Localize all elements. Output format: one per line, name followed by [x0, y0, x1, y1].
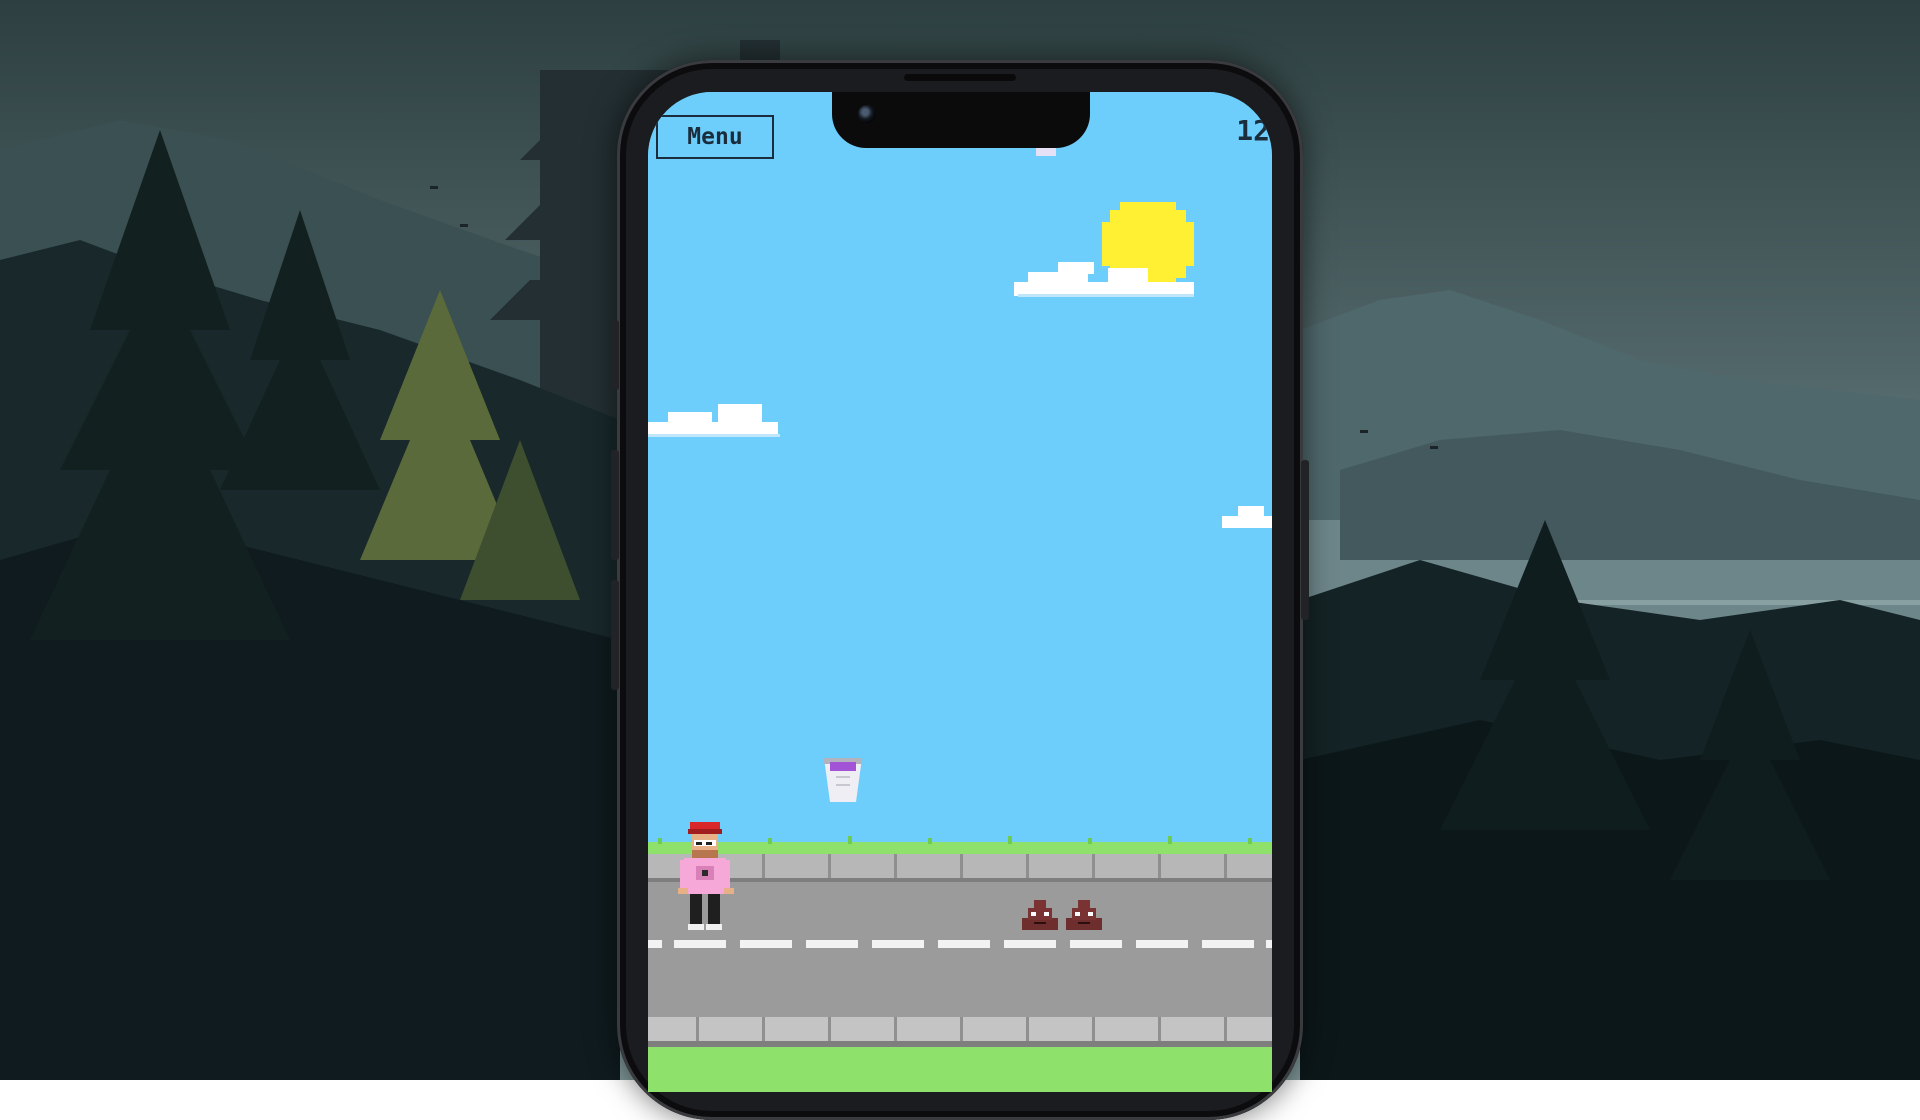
purple-cup-icon: [824, 758, 862, 802]
game-screen[interactable]: Menu 12: [648, 92, 1272, 1092]
game-canvas[interactable]: [648, 92, 1272, 1092]
score-counter: 12: [1236, 114, 1270, 147]
lane-markings: [648, 940, 1272, 948]
menu-button[interactable]: Menu: [656, 115, 774, 159]
phone-side-button: [1301, 460, 1309, 620]
phone-side-button: [611, 580, 619, 690]
phone-speaker: [904, 74, 1016, 81]
road: [648, 882, 1272, 1037]
front-camera-icon: [858, 105, 876, 123]
phone-side-button: [611, 450, 619, 560]
phone-side-button: [611, 320, 619, 390]
